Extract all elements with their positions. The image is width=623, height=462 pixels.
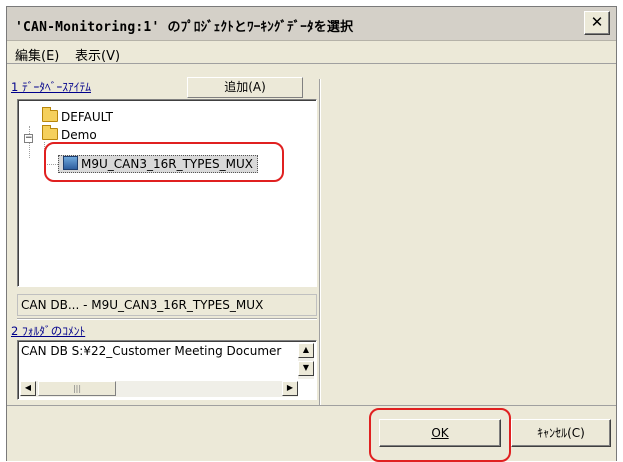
add-button[interactable]: 追加(A)	[187, 77, 303, 98]
arrow-down-icon: ▼	[302, 363, 310, 372]
tree-item-database[interactable]: M9U_CAN3_16R_TYPES_MUX	[58, 155, 259, 173]
database-tree[interactable]: DEFAULT − Demo M9U_CAN3_16R_TYPES_MUX	[17, 99, 317, 287]
tree-item-default[interactable]: DEFAULT	[42, 107, 113, 126]
arrow-right-icon: ▶	[286, 383, 294, 392]
window-title: 'CAN-Monitoring:1' のﾌﾟﾛｼﾞｪｸﾄとﾜｰｷﾝｸﾞﾃﾞｰﾀを…	[15, 20, 354, 35]
comment-text: CAN DB S:¥22_Customer Meeting Documer	[21, 344, 282, 358]
tree-item-demo[interactable]: Demo	[42, 125, 97, 144]
comment-box[interactable]: CAN DB S:¥22_Customer Meeting Documer ▲ …	[17, 340, 317, 400]
cancel-button[interactable]: ｷｬﾝｾﾙ(C)	[511, 419, 611, 447]
close-button[interactable]: ✕	[584, 11, 610, 35]
collapse-toggle[interactable]: −	[24, 134, 33, 143]
horizontal-scrollbar[interactable]: ◀ ||| ▶	[20, 381, 298, 397]
scroll-down-button[interactable]: ▼	[298, 361, 314, 376]
title-bar[interactable]: 'CAN-Monitoring:1' のﾌﾟﾛｼﾞｪｸﾄとﾜｰｷﾝｸﾞﾃﾞｰﾀを…	[7, 7, 616, 41]
vertical-scrollbar[interactable]: ▲ ▼	[298, 343, 314, 379]
pane-separator[interactable]	[319, 79, 321, 405]
section-divider	[17, 318, 317, 320]
menu-view[interactable]: 表示(V)	[75, 45, 120, 64]
arrow-left-icon: ◀	[24, 383, 32, 392]
selected-path-field: CAN DB... - M9U_CAN3_16R_TYPES_MUX	[17, 294, 317, 316]
scroll-left-button[interactable]: ◀	[20, 381, 36, 396]
folder-comment-label: 2 ﾌｫﾙﾀﾞのｺﾒﾝﾄ	[11, 324, 86, 338]
ok-button[interactable]: OK	[379, 419, 501, 447]
database-icon	[63, 156, 78, 170]
menu-bar: 編集(E) 表示(V)	[7, 42, 616, 64]
menu-edit[interactable]: 編集(E)	[15, 45, 59, 64]
folder-icon	[42, 125, 58, 140]
scroll-thumb[interactable]: |||	[38, 381, 116, 396]
close-icon: ✕	[590, 13, 604, 31]
bottom-separator	[7, 405, 616, 406]
database-items-label: 1 ﾃﾞｰﾀﾍﾞｰｽｱｲﾃﾑ	[11, 80, 91, 94]
arrow-up-icon: ▲	[302, 345, 310, 354]
scroll-right-button[interactable]: ▶	[282, 381, 298, 396]
project-select-dialog: 'CAN-Monitoring:1' のﾌﾟﾛｼﾞｪｸﾄとﾜｰｷﾝｸﾞﾃﾞｰﾀを…	[6, 6, 617, 462]
folder-icon	[42, 107, 58, 122]
scroll-up-button[interactable]: ▲	[298, 343, 314, 358]
